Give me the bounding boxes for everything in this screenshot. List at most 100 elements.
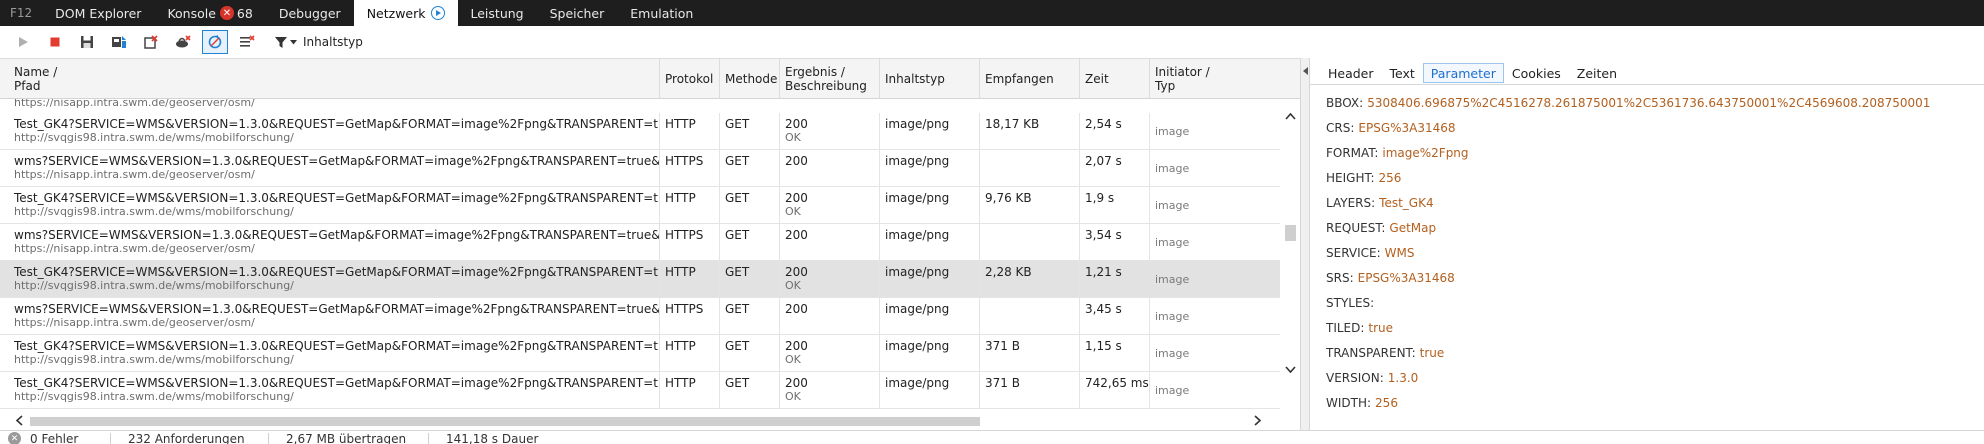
tab-konsole[interactable]: Konsole ✕ 68 [154, 0, 265, 26]
initiator-type: image [1155, 124, 1190, 138]
error-icon: ✕ [219, 6, 234, 20]
content-type: image/png [885, 191, 950, 205]
parameter-item: LAYERS: Test_GK4 [1326, 190, 1930, 215]
content-type-filter[interactable]: Inhaltstyp [274, 35, 363, 49]
always-refresh-toggle[interactable] [202, 30, 228, 54]
tab-emulation[interactable]: Emulation [617, 0, 706, 26]
column-header-content-type[interactable]: Inhaltstyp [880, 59, 980, 99]
duration: 3,54 s [1085, 228, 1122, 242]
column-header-received[interactable]: Empfangen [980, 59, 1080, 99]
chevron-up-icon[interactable] [1285, 111, 1296, 122]
duration: 1,9 s [1085, 191, 1115, 205]
cell-protocol: HTTP [660, 261, 720, 298]
filter-label: Inhaltstyp [303, 35, 363, 49]
separator [110, 433, 111, 444]
clear-entries-icon [240, 35, 255, 47]
filter-icon [275, 36, 287, 48]
request-name: Test_GK4?SERVICE=WMS&VERSION=1.3.0&REQUE… [14, 265, 660, 279]
initiator-type: image [1155, 309, 1190, 323]
tab-dom-explorer[interactable]: DOM Explorer [42, 0, 154, 26]
parameter-item: VERSION: 1.3.0 [1326, 365, 1930, 390]
request-count: 232 Anforderungen [128, 432, 245, 444]
parameter-item: CRS: EPSG%3A31468 [1326, 115, 1930, 140]
cell-received [980, 224, 1080, 261]
clear-cache-button[interactable] [170, 30, 196, 54]
play-button[interactable] [10, 30, 36, 54]
cell-result: 200 OK [780, 187, 880, 224]
stop-record-button[interactable] [42, 30, 68, 54]
cell-initiator: image [1150, 150, 1280, 187]
table-row[interactable]: Test_GK4?SERVICE=WMS&VERSION=1.3.0&REQUE… [0, 372, 1280, 409]
parameter-value: Test_GK4 [1379, 195, 1434, 210]
parameter-value: image%2Fpng [1382, 145, 1469, 160]
tab-leistung[interactable]: Leistung [458, 0, 537, 26]
initiator-type: image [1155, 383, 1190, 397]
parameter-list: BBOX: 5308406.696875%2C4516278.261875001%… [1326, 90, 1930, 415]
request-path: https://nisapp.intra.swm.de/geoserver/os… [14, 242, 255, 255]
table-row[interactable]: Test_GK4?SERVICE=WMS&VERSION=1.3.0&REQUE… [0, 335, 1280, 372]
initiator-type: image [1155, 198, 1190, 212]
chevron-left-icon[interactable] [14, 415, 25, 426]
table-row[interactable]: Test_GK4?SERVICE=WMS&VERSION=1.3.0&REQUE… [0, 187, 1280, 224]
collapse-arrow-icon[interactable] [1303, 67, 1308, 75]
chevron-down-icon[interactable] [1285, 364, 1296, 375]
chevron-right-icon[interactable] [1252, 415, 1263, 426]
request-name: Test_GK4?SERVICE=WMS&VERSION=1.3.0&REQUE… [14, 191, 660, 205]
panel-splitter[interactable] [1300, 58, 1310, 430]
parameter-key: FORMAT: [1326, 145, 1379, 160]
tab-header[interactable]: Header [1320, 63, 1382, 83]
tab-netzwerk[interactable]: Netzwerk [353, 0, 458, 26]
column-header-result[interactable]: Ergebnis / Beschreibung [780, 59, 880, 99]
protocol: HTTP [665, 376, 696, 390]
cell-time: 2,07 s [1080, 150, 1150, 187]
tab-cookies[interactable]: Cookies [1504, 63, 1569, 83]
cell-received [980, 150, 1080, 187]
error-count: 0 Fehler [30, 432, 79, 444]
received-size: 2,28 KB [985, 265, 1032, 279]
tab-label: DOM Explorer [55, 5, 142, 21]
cell-method: GET [720, 187, 780, 224]
tab-zeiten[interactable]: Zeiten [1569, 63, 1625, 83]
import-button[interactable] [106, 30, 132, 54]
cell-received: 371 B [980, 335, 1080, 372]
cell-initiator: image [1150, 372, 1280, 409]
status-code: 200 [785, 117, 808, 131]
column-header-initiator[interactable]: Initiator / Typ [1150, 59, 1280, 99]
cell-result: 200 OK [780, 335, 880, 372]
scrollbar-thumb[interactable] [1285, 225, 1296, 241]
cell-name: Test_GK4?SERVICE=WMS&VERSION=1.3.0&REQUE… [0, 113, 660, 150]
protocol: HTTPS [665, 154, 704, 168]
clear-session-button[interactable] [138, 30, 164, 54]
table-row[interactable]: wms?SERVICE=WMS&VERSION=1.3.0&REQUEST=Ge… [0, 224, 1280, 261]
tab-speicher[interactable]: Speicher [537, 0, 618, 26]
method: GET [725, 191, 750, 205]
method: GET [725, 376, 750, 390]
cell-result: 200 [780, 224, 880, 261]
column-header-protocol[interactable]: Protokol [660, 59, 720, 99]
horizontal-scrollbar[interactable] [0, 412, 1282, 429]
tab-debugger[interactable]: Debugger [266, 0, 354, 26]
clear-entries-button[interactable] [234, 30, 260, 54]
table-row[interactable]: Test_GK4?SERVICE=WMS&VERSION=1.3.0&REQUE… [0, 261, 1280, 298]
column-header-method[interactable]: Methode [720, 59, 780, 99]
tab-text[interactable]: Text [1382, 63, 1423, 83]
table-row[interactable]: wms?SERVICE=WMS&VERSION=1.3.0&REQUEST=Ge… [0, 298, 1280, 335]
column-header-name[interactable]: Name / Pfad [0, 59, 660, 99]
header-line: Empfangen [985, 72, 1054, 86]
tab-parameter[interactable]: Parameter [1422, 63, 1504, 83]
vertical-scrollbar[interactable] [1282, 109, 1299, 409]
table-row[interactable]: Test_GK4?SERVICE=WMS&VERSION=1.3.0&REQUE… [0, 113, 1280, 150]
protocol: HTTP [665, 339, 696, 353]
cell-time: 3,45 s [1080, 298, 1150, 335]
scrollbar-thumb[interactable] [30, 417, 980, 426]
parameter-item: HEIGHT: 256 [1326, 165, 1930, 190]
table-row[interactable]: wms?SERVICE=WMS&VERSION=1.3.0&REQUEST=Ge… [0, 150, 1280, 187]
cell-protocol: HTTP [660, 335, 720, 372]
column-header-time[interactable]: Zeit [1080, 59, 1150, 99]
parameter-key: TILED: [1326, 320, 1365, 335]
save-button[interactable] [74, 30, 100, 54]
status-description: OK [785, 205, 801, 218]
method: GET [725, 302, 750, 316]
console-error-count: 68 [236, 5, 253, 21]
cell-received [980, 298, 1080, 335]
